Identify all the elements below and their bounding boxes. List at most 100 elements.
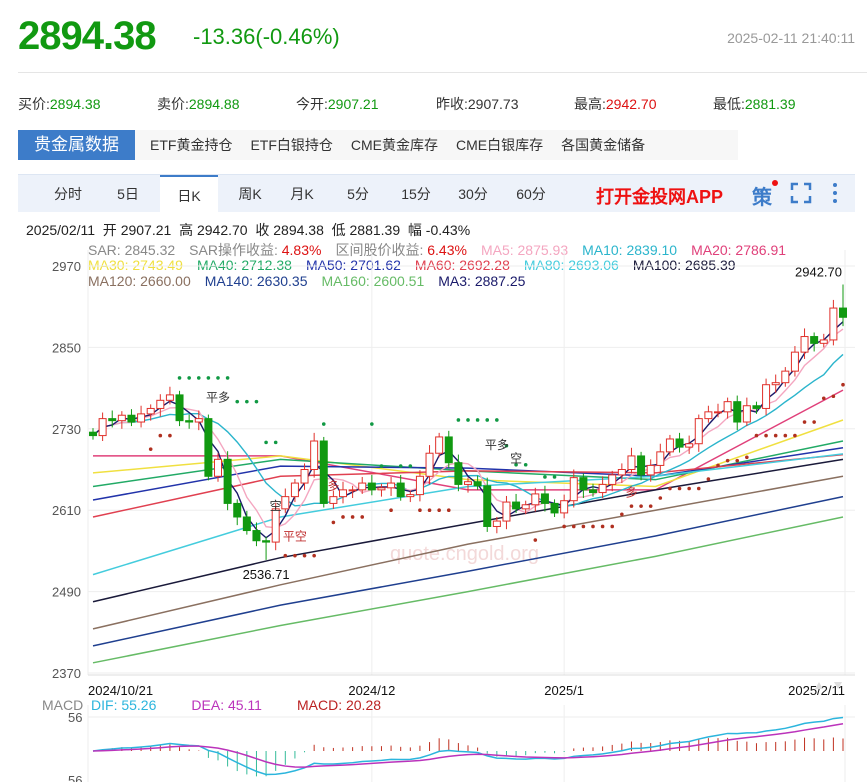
strategy-button[interactable]: 策 xyxy=(752,181,772,210)
sar-dot xyxy=(581,524,586,529)
data-tab[interactable]: CME黄金库存 xyxy=(342,135,447,155)
candle xyxy=(608,474,617,485)
data-tab[interactable]: 贵金属数据 xyxy=(18,130,135,160)
low-label: 2536.71 xyxy=(243,567,290,582)
sar-dot xyxy=(639,504,643,508)
candle xyxy=(762,384,771,409)
ma-line-ma160 xyxy=(92,516,844,664)
sar-dot xyxy=(571,524,576,529)
sar-dot xyxy=(273,440,278,445)
sar-dot xyxy=(764,433,768,438)
y-tick-label: 2850 xyxy=(52,340,81,355)
more-menu-icon[interactable] xyxy=(830,181,840,205)
candle xyxy=(319,440,328,504)
quote-value: 2894.38 xyxy=(49,96,101,112)
y-tick-label: 2970 xyxy=(52,259,81,274)
sar-dot xyxy=(341,515,345,519)
data-tab[interactable]: 各国黄金储备 xyxy=(552,135,654,155)
candle xyxy=(262,540,271,543)
data-tab[interactable]: ETF黄金持仓 xyxy=(141,135,241,155)
candle xyxy=(185,420,194,423)
candle xyxy=(512,501,521,510)
sar-dot xyxy=(745,455,749,460)
open-app-link[interactable]: 打开金投网APP xyxy=(596,183,723,209)
macd-dif: DIF: 55.26 xyxy=(91,697,157,713)
sar-dot xyxy=(437,508,441,512)
quote-label: 卖价: xyxy=(157,96,189,112)
candle xyxy=(473,481,482,487)
quote-value: 2881.39 xyxy=(744,96,796,112)
candle xyxy=(685,443,694,448)
candle xyxy=(156,399,165,409)
period-tab[interactable]: 分时 xyxy=(48,175,88,213)
sar-dot xyxy=(831,394,836,399)
sar-dot xyxy=(793,433,797,438)
data-tab[interactable]: ETF白银持仓 xyxy=(241,135,341,155)
candle xyxy=(627,455,636,471)
sar-dot xyxy=(610,524,615,529)
trade-signal: 空 xyxy=(270,499,282,513)
period-tab[interactable]: 日K xyxy=(160,175,218,213)
period-tab[interactable]: 周K xyxy=(228,175,272,213)
candle xyxy=(223,458,232,504)
fullscreen-icon[interactable] xyxy=(790,182,812,204)
candle xyxy=(694,418,703,445)
candle xyxy=(540,493,549,504)
period-tab[interactable]: 30分 xyxy=(450,175,496,213)
data-tab[interactable]: CME白银库存 xyxy=(447,135,552,155)
quote-label: 买价: xyxy=(18,96,50,112)
sar-dot xyxy=(591,524,595,529)
candle xyxy=(175,394,184,422)
candle xyxy=(800,336,809,353)
sar-dot xyxy=(620,512,624,517)
quote-label: 最高: xyxy=(574,96,606,112)
candle xyxy=(415,475,424,496)
macd-tick: 56 xyxy=(68,773,82,782)
sar-dot xyxy=(418,508,422,512)
candle xyxy=(444,436,453,464)
candle xyxy=(117,414,126,422)
period-tab[interactable]: 5分 xyxy=(338,175,378,213)
sar-dot xyxy=(254,399,259,404)
candle xyxy=(502,501,511,522)
candle xyxy=(406,494,415,498)
macd-label: MACD xyxy=(42,697,84,713)
sar-dot xyxy=(485,418,490,422)
period-tab[interactable]: 60分 xyxy=(508,175,554,213)
x-tick-label: 2024/12 xyxy=(348,683,395,698)
quote-item: 最低:2881.39 xyxy=(713,94,796,114)
sar-dot xyxy=(187,376,191,380)
period-tab[interactable]: 月K xyxy=(280,175,324,213)
candle xyxy=(367,482,376,491)
candle xyxy=(425,452,434,477)
sar-dot xyxy=(812,420,816,424)
candle xyxy=(617,469,626,476)
candle xyxy=(704,411,713,420)
quote-item: 今开:2907.21 xyxy=(296,94,379,114)
candle xyxy=(464,481,472,485)
sar-dot xyxy=(533,538,538,542)
sar-dot xyxy=(629,504,634,508)
sar-dot xyxy=(283,553,288,558)
sar-dot xyxy=(543,475,547,479)
period-tab[interactable]: 5日 xyxy=(108,175,148,213)
candle xyxy=(233,502,242,518)
quote-value: 2907.73 xyxy=(467,96,519,112)
sar-dot xyxy=(245,399,249,404)
candle xyxy=(329,496,338,504)
candle xyxy=(579,477,588,491)
timestamp: 2025-02-11 21:40:11 xyxy=(727,30,855,46)
candle xyxy=(771,382,780,386)
sar-dot xyxy=(235,399,240,404)
sar-dot xyxy=(677,486,682,491)
candle xyxy=(714,411,722,414)
sar-dot xyxy=(168,433,172,438)
period-tab[interactable]: 15分 xyxy=(393,175,439,213)
sar-dot xyxy=(562,524,566,529)
sar-dot xyxy=(331,520,336,525)
sar-dot xyxy=(466,418,470,422)
macd-dea: DEA: 45.11 xyxy=(191,697,262,713)
candle xyxy=(290,482,299,498)
sar-dot xyxy=(370,422,374,426)
trade-signal: 空 xyxy=(510,452,522,466)
